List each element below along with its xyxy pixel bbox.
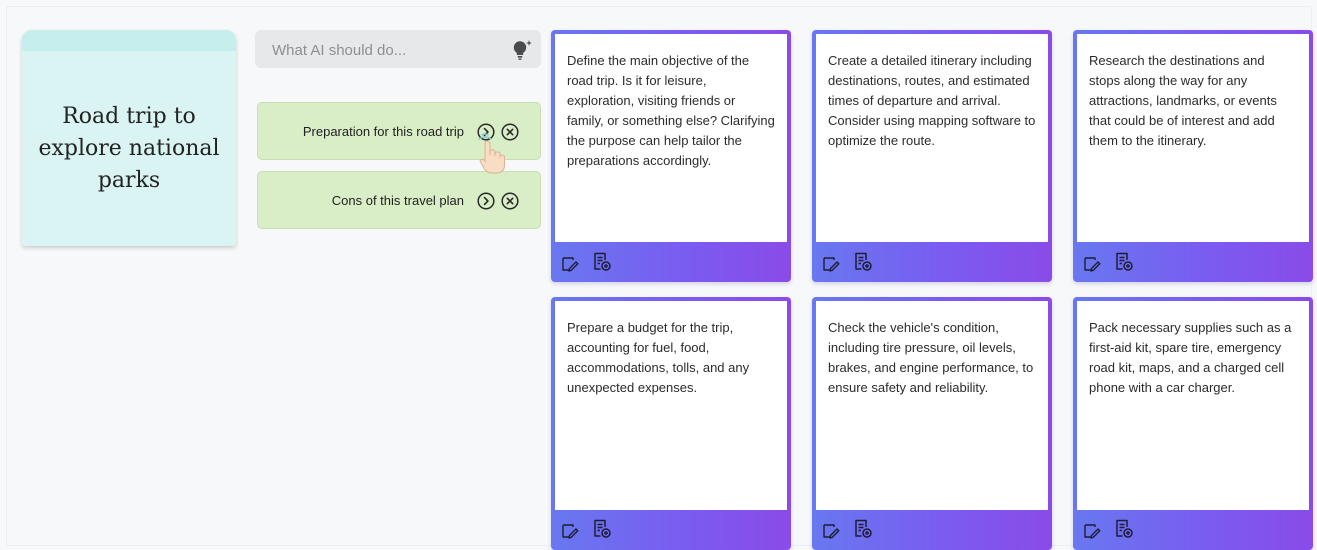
step-card[interactable]: Pack necessary supplies such as a first-… xyxy=(1073,297,1313,550)
close-circle-icon[interactable] xyxy=(501,192,519,210)
add-document-icon[interactable] xyxy=(592,251,612,271)
add-document-icon[interactable] xyxy=(853,518,873,538)
option-label[interactable]: Cons of this travel plan xyxy=(332,172,464,230)
step-card-text[interactable]: Define the main objective of the road tr… xyxy=(555,34,787,242)
add-document-icon[interactable] xyxy=(853,251,873,271)
add-document-icon[interactable] xyxy=(1114,518,1134,538)
ai-prompt-input[interactable] xyxy=(270,30,504,70)
hand-pointer-icon xyxy=(475,131,511,177)
option-chip-cons[interactable]: Cons of this travel plan xyxy=(257,171,541,229)
option-label[interactable]: Preparation for this road trip xyxy=(303,103,464,161)
step-card[interactable]: Create a detailed itinerary including de… xyxy=(812,30,1052,282)
step-card-text[interactable]: Research the destinations and stops alon… xyxy=(1077,34,1309,242)
step-card-text[interactable]: Create a detailed itinerary including de… xyxy=(816,34,1048,242)
topic-note[interactable]: Road trip to explore national parks xyxy=(22,30,236,246)
edit-note-icon[interactable] xyxy=(560,521,580,541)
step-card[interactable]: Research the destinations and stops alon… xyxy=(1073,30,1313,282)
topic-title: Road trip to explore national parks xyxy=(38,103,220,193)
step-card-text[interactable]: Prepare a budget for the trip, accountin… xyxy=(555,301,787,510)
edit-note-icon[interactable] xyxy=(1082,254,1102,274)
edit-note-icon[interactable] xyxy=(821,254,841,274)
edit-note-icon[interactable] xyxy=(560,254,580,274)
add-document-icon[interactable] xyxy=(592,518,612,538)
topic-note-header xyxy=(22,30,236,51)
step-card[interactable]: Check the vehicle's condition, including… xyxy=(812,297,1052,550)
ai-prompt-box[interactable] xyxy=(255,30,541,70)
lightbulb-sparkle-icon[interactable] xyxy=(510,38,534,62)
step-card-text[interactable]: Pack necessary supplies such as a first-… xyxy=(1077,301,1309,510)
step-card[interactable]: Prepare a budget for the trip, accountin… xyxy=(551,297,791,550)
edit-note-icon[interactable] xyxy=(821,521,841,541)
chevron-right-circle-icon[interactable] xyxy=(477,192,495,210)
add-document-icon[interactable] xyxy=(1114,251,1134,271)
step-card[interactable]: Define the main objective of the road tr… xyxy=(551,30,791,282)
step-card-text[interactable]: Check the vehicle's condition, including… xyxy=(816,301,1048,510)
edit-note-icon[interactable] xyxy=(1082,521,1102,541)
